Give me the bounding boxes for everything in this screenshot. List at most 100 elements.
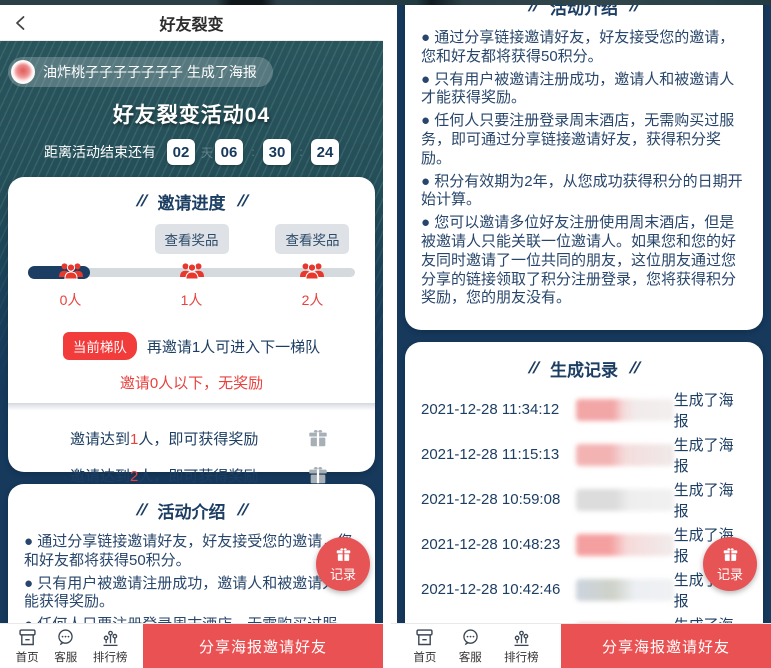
panel-left: 好友裂变 油炸桃子子子子子子子 生成了海报 好友裂变活动04 距离活动结束还有 … [0, 0, 383, 668]
nav-items: 首页 客服 排行榜 [0, 624, 143, 668]
records-title: // 生成记录 // [421, 356, 747, 381]
reward-row-2: 邀请达到2人，即可获得奖励 [8, 464, 375, 486]
redacted-username [576, 579, 674, 601]
nav-home[interactable]: 首页 [16, 627, 39, 665]
activity-intro-card: // 活动介绍 // ● 通过分享链接邀请好友，好友接受您的邀请，您和好友都将获… [405, 4, 763, 330]
nav-rank[interactable]: 排行榜 [504, 627, 539, 665]
title-slashes: // [135, 502, 147, 520]
chevron-left-icon [13, 15, 29, 31]
activity-intro-title-text: 活动介绍 [158, 498, 226, 523]
screen-left: 油炸桃子子子子子子子 生成了海报 好友裂变活动04 距离活动结束还有 02 天 … [0, 41, 383, 623]
reward-pre: 邀请达到 [70, 431, 130, 448]
invite-progress-card: // 邀请进度 // 查看奖品 查看奖品 [8, 177, 375, 472]
home-icon [17, 627, 38, 648]
nav-rank[interactable]: 排行榜 [93, 627, 128, 665]
nav-rank-label: 排行榜 [504, 649, 539, 665]
reward-post: 人，即可获得奖励 [138, 468, 258, 485]
reward-pre: 邀请达到 [70, 468, 130, 485]
milestone-1: 1人 [181, 290, 203, 310]
record-action: 生成了海报 [674, 614, 747, 623]
view-prize-button-1[interactable]: 查看奖品 [155, 224, 229, 254]
ladder-hint: 再邀请1人可进入下一梯队 [147, 336, 320, 357]
current-ladder-badge: 当前梯队 [63, 332, 137, 360]
nav-items: 首页 客服 排行榜 [391, 624, 561, 668]
nav-home-label: 首页 [413, 649, 436, 665]
reward-text: 邀请达到2人，即可获得奖励 [70, 465, 258, 486]
intro-bullet: ● 通过分享链接邀请好友，好友接受您的邀请，您和好友都将获得50积分。 [24, 533, 359, 571]
view-prize-button-2[interactable]: 查看奖品 [275, 224, 349, 254]
records-float-button[interactable]: 记录 [316, 537, 370, 591]
title-slashes: // [135, 193, 147, 211]
bottom-nav: 首页 客服 排行榜 分享海报邀请好友 [391, 623, 771, 668]
back-button[interactable] [10, 12, 32, 34]
chat-bubble-icon [460, 627, 481, 648]
redacted-username [576, 534, 674, 556]
redacted-username [576, 489, 674, 511]
records-float-button[interactable]: 记录 [703, 537, 757, 591]
chat-bubble-icon [55, 627, 76, 648]
bottom-nav: 首页 客服 排行榜 分享海报邀请好友 [0, 623, 383, 668]
gift-icon[interactable] [307, 427, 329, 449]
gift-icon[interactable] [307, 464, 329, 486]
countdown-day-separator: 天 [201, 144, 209, 161]
title-slashes: // [528, 360, 540, 378]
milestone-2: 2人 [302, 290, 324, 310]
invite-progress-title-text: 邀请进度 [158, 189, 226, 214]
intro-bullet: ● 任何人只要注册登录周末酒店，无需购买过服务，即可通过分享链接邀请好友，获得积… [421, 112, 747, 168]
record-row: 2021-12-28 10:48:23 生成了海报 [421, 528, 747, 561]
page-title: 好友裂变 [159, 11, 223, 35]
panel-gap [383, 0, 391, 668]
intro-bullet: ● 通过分享链接邀请好友，好友接受您的邀请，您和好友都将获得50积分。 [421, 29, 747, 67]
title-slashes: // [236, 502, 248, 520]
record-time: 2021-12-28 11:15:13 [421, 446, 576, 463]
home-icon [414, 627, 435, 648]
nav-service[interactable]: 客服 [459, 627, 482, 665]
intro-bullet: ● 任何人只要注册登录周末酒店，无需购买过服务，即可通过分享链接邀请好友，获得积… [24, 616, 359, 623]
leaderboard-icon [100, 627, 121, 648]
activity-intro-title: // 活动介绍 // [421, 4, 747, 19]
share-poster-button[interactable]: 分享海报邀请好友 [143, 624, 383, 668]
crowd-icon [299, 260, 326, 280]
nav-home-label: 首页 [16, 649, 39, 665]
reward-row-1: 邀请达到1人，即可获得奖励 [8, 427, 375, 449]
countdown-hours: 06 [215, 139, 243, 165]
no-reward-text: 邀请0人以下，无奖励 [8, 372, 375, 393]
milestone-0: 0人 [60, 290, 82, 310]
record-action: 生成了海报 [674, 389, 747, 431]
title-slashes: // [628, 360, 640, 378]
screen-right: // 活动介绍 // ● 通过分享链接邀请好友，好友接受您的邀请，您和好友都将获… [397, 4, 771, 623]
app-bar: 好友裂变 [0, 5, 383, 41]
record-action: 生成了海报 [674, 434, 747, 476]
countdown-colon-separator: : [297, 145, 305, 159]
record-row: 2021-12-28 10:42:46 生成了海报 [421, 573, 747, 606]
section-divider [8, 403, 375, 412]
record-time: 2021-12-28 11:34:12 [421, 401, 576, 418]
record-time: 2021-12-28 10:59:08 [421, 491, 576, 508]
intro-bullet: ● 只有用户被邀请注册成功，邀请人和被邀请人才能获得奖励。 [421, 71, 747, 109]
nav-home[interactable]: 首页 [413, 627, 436, 665]
record-row: 2021-12-28 11:15:13 生成了海报 [421, 438, 747, 471]
nav-rank-label: 排行榜 [93, 649, 128, 665]
record-action: 生成了海报 [674, 479, 747, 521]
crowd-icon [57, 260, 84, 280]
title-slashes: // [236, 193, 248, 211]
reward-text: 邀请达到1人，即可获得奖励 [70, 428, 258, 449]
countdown-minutes: 30 [263, 139, 291, 165]
nav-service[interactable]: 客服 [54, 627, 77, 665]
ladder-row: 当前梯队 再邀请1人可进入下一梯队 [8, 332, 375, 360]
reward-post: 人，即可获得奖励 [138, 431, 258, 448]
nav-service-label: 客服 [459, 649, 482, 665]
record-time: 2021-12-28 10:42:46 [421, 581, 576, 598]
activity-intro-title-text: 活动介绍 [550, 4, 618, 19]
nav-service-label: 客服 [54, 649, 77, 665]
milestone-labels: 0人 1人 2人 [28, 290, 355, 308]
activity-title: 好友裂变活动04 [8, 99, 375, 129]
redacted-username [576, 399, 674, 421]
title-slashes: // [628, 4, 640, 16]
record-row: 2021-12-28 11:34:12 生成了海报 [421, 393, 747, 426]
record-row: 2021-12-28 10:59:08 生成了海报 [421, 483, 747, 516]
progress-bar [28, 258, 355, 286]
share-poster-button[interactable]: 分享海报邀请好友 [561, 624, 771, 668]
panel-right: // 活动介绍 // ● 通过分享链接邀请好友，好友接受您的邀请，您和好友都将获… [391, 0, 771, 668]
countdown-days: 02 [167, 139, 195, 165]
